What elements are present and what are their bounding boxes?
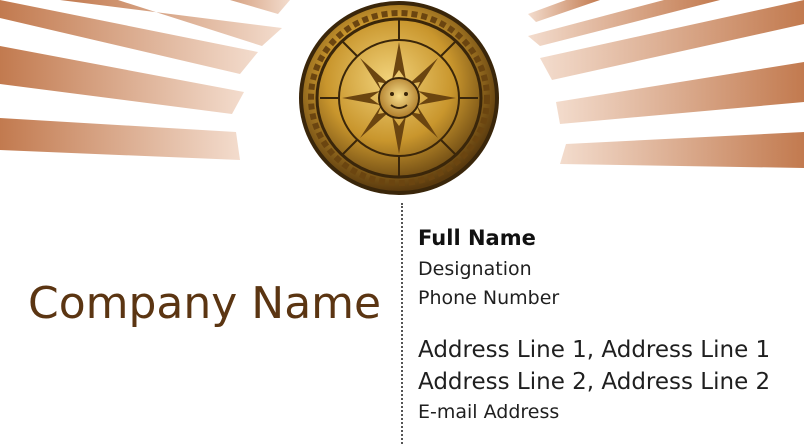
address-line-1: Address Line 1, Address Line 1 xyxy=(418,337,771,363)
right-ray-1 xyxy=(560,132,804,168)
right-ray-2 xyxy=(556,62,804,124)
left-ray-5 xyxy=(190,0,290,14)
address-line-2: Address Line 2, Address Line 2 xyxy=(418,369,771,395)
right-ray-5 xyxy=(528,0,600,22)
designation: Designation xyxy=(418,258,532,280)
company-name: Company Name xyxy=(28,278,382,329)
full-name: Full Name xyxy=(418,226,536,250)
email-address: E-mail Address xyxy=(418,401,560,423)
dotted-divider xyxy=(401,203,403,444)
left-ray-1 xyxy=(0,118,240,160)
zodiac-sun-medallion-icon xyxy=(299,1,499,195)
phone-number: Phone Number xyxy=(418,287,560,309)
business-card: Company Name Full Name Designation Phone… xyxy=(0,0,804,444)
